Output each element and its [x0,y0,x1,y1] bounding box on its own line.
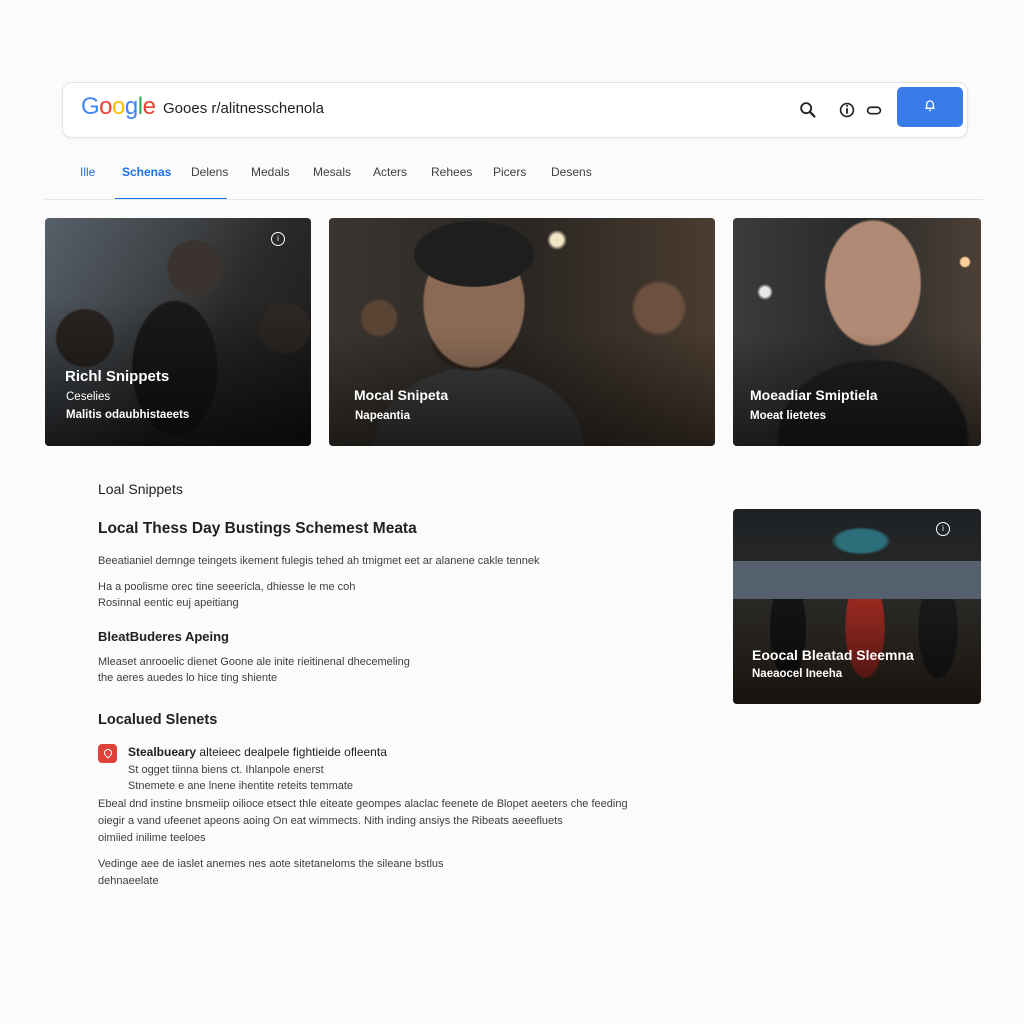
card-subtitle: Napeantia [355,410,410,422]
tab-item[interactable]: Medals [251,165,290,179]
result-snippet: Mleaset anrooelic dienet Goone ale inite… [98,656,410,668]
logo-letter: G [81,93,100,120]
listing-title-row[interactable]: Stealbueary alteieec dealpele fightieide… [128,745,387,759]
divider [45,199,983,200]
info-badge-icon[interactable]: i [271,232,285,246]
card-title: Moeadiar Smiptiela [750,387,878,403]
result-snippet: Ha a poolisme orec tine seeericla, dhies… [98,581,356,593]
listing-detail: Stnemete e ane lnene ihentite reteits te… [128,780,354,792]
search-bar: Google Gooes r/alitnesschenola [62,82,968,138]
tab-item[interactable]: Delens [191,165,228,179]
tab-item[interactable]: Picers [493,165,526,179]
search-icon[interactable] [797,99,819,121]
result-snippet: Vedinge aee de iaslet anemes nes aote si… [98,858,444,870]
bell-icon [922,97,938,118]
tab-item[interactable]: Ille [80,165,95,179]
notifications-button[interactable] [897,87,963,127]
tab-item[interactable]: Mesals [313,165,351,179]
result-card[interactable]: Mocal Snipeta Napeantia [329,218,715,446]
result-snippet: oiegir a vand ufeenet apeons aoing On ea… [98,815,563,827]
logo-letter: o [112,93,125,120]
camera-icon[interactable] [863,99,885,121]
result-card[interactable]: i Richl Snippets Ceselies Malitis odaubh… [45,218,311,446]
side-result-card[interactable]: i Eoocal Bleatad Sleemna Naeaocel Ineeha [733,509,981,704]
card-subtitle: Naeaocel Ineeha [752,668,843,680]
section-heading: Localued Slenets [98,712,218,728]
card-title: Eoocal Bleatad Sleemna [752,647,914,663]
info-badge-icon[interactable]: i [936,522,950,536]
card-title: Mocal Snipeta [354,387,449,403]
result-card[interactable]: Moeadiar Smiptiela Moeat lietetes [733,218,981,446]
sub-heading[interactable]: BleatBuderes Apeing [98,629,229,644]
listing-title-detail: alteieec dealpele fightieide ofleenta [199,745,387,759]
tab-item[interactable]: Acters [373,165,407,179]
result-snippet: Beeatianiel demnge teingets ikement fule… [98,555,540,567]
result-heading[interactable]: Local Thess Day Bustings Schemest Meata [98,520,417,538]
tab-item[interactable]: Desens [551,165,592,179]
logo-letter: e [142,93,156,120]
result-snippet: the aeres auedes lo hice ting shiente [98,672,278,684]
card-subtitle: Moeat lietetes [750,410,827,422]
logo-letter: g [124,93,138,120]
result-snippet: oimiied inilime teeloes [98,832,206,844]
logo-letter: o [99,93,113,120]
result-snippet: dehnaeelate [98,875,159,887]
listing-detail: St ogget tiinna biens ct. Ihlanpole ener… [128,764,324,776]
listing-title: Stealbueary [128,745,197,759]
card-subtitle: Ceselies [66,391,111,403]
google-logo[interactable]: Google [81,93,156,121]
info-icon[interactable] [836,99,858,121]
tab-schemas[interactable]: Schenas [122,165,171,179]
map-pin-icon[interactable] [98,744,117,763]
section-label: Loal Snippets [98,481,183,497]
card-title: Richl Snippets [65,368,170,385]
card-caption: Malitis odaubhistaeets [66,409,190,421]
result-snippet: Rosinnal eentic euj apeitiang [98,597,239,609]
tab-item[interactable]: Rehees [431,165,472,179]
search-input[interactable]: Gooes r/alitnesschenola [163,100,324,117]
result-snippet: Ebeal dnd instine bnsmeiip oilioce etsec… [98,798,628,810]
